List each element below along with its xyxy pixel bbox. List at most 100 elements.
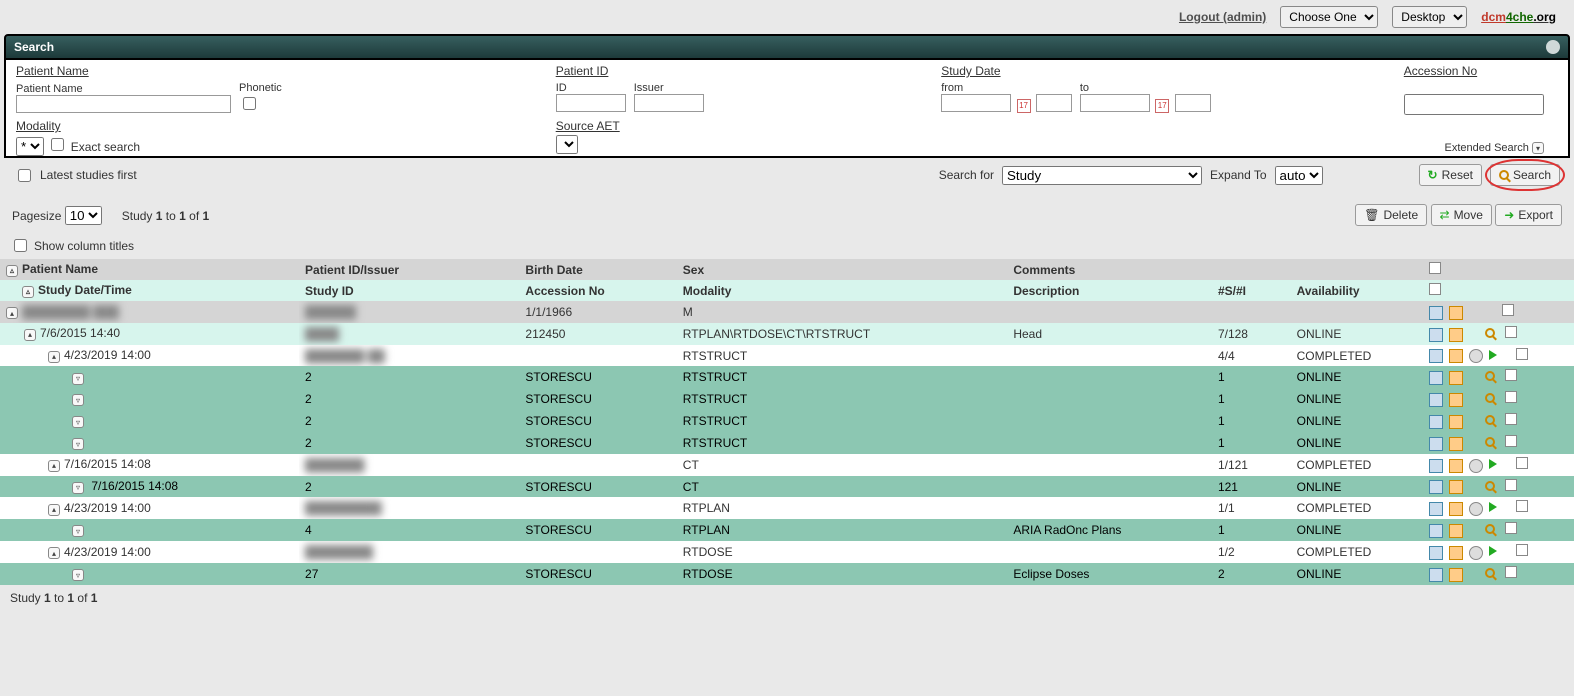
expand-to-select[interactable]: auto	[1275, 166, 1323, 185]
document-icon[interactable]	[1429, 524, 1443, 538]
row-checkbox[interactable]	[1505, 435, 1517, 447]
top-select-2[interactable]: Desktop	[1392, 6, 1467, 28]
edit-icon[interactable]	[1449, 480, 1463, 494]
expand-icon[interactable]: ▿	[72, 416, 84, 428]
instance-row[interactable]: ▿ 2 STORESCU RTSTRUCT 1 ONLINE	[0, 388, 1574, 410]
document-icon[interactable]	[1429, 393, 1443, 407]
edit-icon[interactable]	[1449, 371, 1463, 385]
row-checkbox[interactable]	[1516, 500, 1528, 512]
link-icon[interactable]	[1469, 546, 1483, 560]
row-checkbox[interactable]	[1505, 369, 1517, 381]
document-icon[interactable]	[1429, 371, 1443, 385]
magnify-icon[interactable]	[1485, 415, 1495, 425]
move-button[interactable]: ⇄Move	[1431, 204, 1492, 226]
edit-icon[interactable]	[1449, 328, 1463, 342]
row-checkbox[interactable]	[1516, 348, 1528, 360]
row-checkbox[interactable]	[1505, 522, 1517, 534]
edit-icon[interactable]	[1449, 415, 1463, 429]
magnify-icon[interactable]	[1485, 568, 1495, 578]
patient-name-input[interactable]	[16, 95, 231, 113]
expand-icon[interactable]: ▿	[72, 394, 84, 406]
phonetic-checkbox[interactable]	[243, 97, 256, 110]
brand-link[interactable]: dcm4che.org	[1481, 10, 1556, 24]
search-button[interactable]: Search	[1490, 164, 1560, 186]
expand-icon[interactable]: ▿	[72, 373, 84, 385]
expand-icon[interactable]: ▿	[72, 569, 84, 581]
collapse-icon[interactable]	[1546, 40, 1560, 54]
link-icon[interactable]	[1469, 459, 1483, 473]
calendar-to-icon[interactable]: 17	[1155, 99, 1169, 113]
magnify-icon[interactable]	[1485, 328, 1495, 338]
time-from-input[interactable]	[1036, 94, 1072, 112]
sort-icon[interactable]: ▵	[22, 286, 34, 298]
instance-row[interactable]: ▿ 2 STORESCU RTSTRUCT 1 ONLINE	[0, 432, 1574, 454]
extended-search-link[interactable]: Extended Search ▾	[1445, 142, 1548, 154]
edit-icon[interactable]	[1449, 393, 1463, 407]
pagesize-select[interactable]: 10	[65, 206, 102, 225]
collapse-icon[interactable]: ▴	[48, 351, 60, 363]
row-checkbox[interactable]	[1502, 304, 1514, 316]
collapse-icon[interactable]: ▴	[48, 460, 60, 472]
expand-icon[interactable]: ▿	[72, 525, 84, 537]
export-button[interactable]: ➜Export	[1495, 204, 1562, 226]
expand-icon[interactable]: ▿	[72, 438, 84, 450]
logout-link[interactable]: Logout (admin)	[1179, 10, 1266, 24]
study-row[interactable]: ▴7/6/2015 14:40 ████ 212450 RTPLAN\RTDOS…	[0, 323, 1574, 345]
forward-icon[interactable]	[1489, 502, 1497, 512]
show-titles-checkbox[interactable]	[14, 239, 27, 252]
document-icon[interactable]	[1429, 459, 1443, 473]
row-checkbox[interactable]	[1505, 479, 1517, 491]
sort-icon[interactable]: ▵	[6, 265, 18, 277]
document-icon[interactable]	[1429, 502, 1443, 516]
magnify-icon[interactable]	[1485, 371, 1495, 381]
collapse-icon[interactable]: ▴	[24, 329, 36, 341]
document-icon[interactable]	[1429, 480, 1443, 494]
instance-row[interactable]: ▿ 7/16/2015 14:08 2 STORESCU CT 121 ONLI…	[0, 476, 1574, 498]
top-select-1[interactable]: Choose One	[1280, 6, 1378, 28]
exact-search-checkbox[interactable]	[51, 138, 64, 151]
forward-icon[interactable]	[1489, 546, 1497, 556]
edit-icon[interactable]	[1449, 568, 1463, 582]
patient-id-input[interactable]	[556, 94, 626, 112]
link-icon[interactable]	[1469, 502, 1483, 516]
instance-row[interactable]: ▿ 27 STORESCU RTDOSE Eclipse Doses 2 ONL…	[0, 563, 1574, 585]
series-row[interactable]: ▴4/23/2019 14:00 █████████ RTPLAN 1/1 CO…	[0, 497, 1574, 519]
document-icon[interactable]	[1429, 415, 1443, 429]
magnify-icon[interactable]	[1485, 481, 1495, 491]
expand-icon[interactable]: ▿	[72, 482, 84, 494]
magnify-icon[interactable]	[1485, 393, 1495, 403]
select-all-patient-checkbox[interactable]	[1429, 262, 1441, 274]
calendar-from-icon[interactable]: 17	[1017, 99, 1031, 113]
document-icon[interactable]	[1429, 437, 1443, 451]
accession-input[interactable]	[1404, 94, 1544, 115]
time-to-input[interactable]	[1175, 94, 1211, 112]
series-row[interactable]: ▴7/16/2015 14:08 ███████ CT 1/121 COMPLE…	[0, 454, 1574, 476]
collapse-icon[interactable]: ▴	[6, 307, 18, 319]
reset-button[interactable]: ↻Reset	[1419, 164, 1482, 186]
row-checkbox[interactable]	[1505, 391, 1517, 403]
edit-icon[interactable]	[1449, 546, 1463, 560]
edit-icon[interactable]	[1449, 349, 1463, 363]
document-icon[interactable]	[1429, 546, 1443, 560]
search-for-select[interactable]: Study	[1002, 166, 1202, 185]
series-row[interactable]: ▴4/23/2019 14:00 ████████ RTDOSE 1/2 COM…	[0, 541, 1574, 563]
edit-icon[interactable]	[1449, 502, 1463, 516]
document-icon[interactable]	[1429, 328, 1443, 342]
row-checkbox[interactable]	[1516, 544, 1528, 556]
instance-row[interactable]: ▿ 4 STORESCU RTPLAN ARIA RadOnc Plans 1 …	[0, 519, 1574, 541]
edit-icon[interactable]	[1449, 437, 1463, 451]
document-icon[interactable]	[1429, 568, 1443, 582]
instance-row[interactable]: ▿ 2 STORESCU RTSTRUCT 1 ONLINE	[0, 410, 1574, 432]
series-row[interactable]: ▴4/23/2019 14:00 ███████ ██ RTSTRUCT 4/4…	[0, 345, 1574, 367]
document-icon[interactable]	[1429, 349, 1443, 363]
collapse-icon[interactable]: ▴	[48, 547, 60, 559]
date-to-input[interactable]	[1080, 94, 1150, 112]
forward-icon[interactable]	[1489, 350, 1497, 360]
issuer-input[interactable]	[634, 94, 704, 112]
link-icon[interactable]	[1469, 349, 1483, 363]
row-checkbox[interactable]	[1516, 457, 1528, 469]
patient-row[interactable]: ▴████████ ███ ██████ 1/1/1966 M	[0, 301, 1574, 323]
edit-icon[interactable]	[1449, 459, 1463, 473]
row-checkbox[interactable]	[1505, 326, 1517, 338]
collapse-icon[interactable]: ▴	[48, 504, 60, 516]
